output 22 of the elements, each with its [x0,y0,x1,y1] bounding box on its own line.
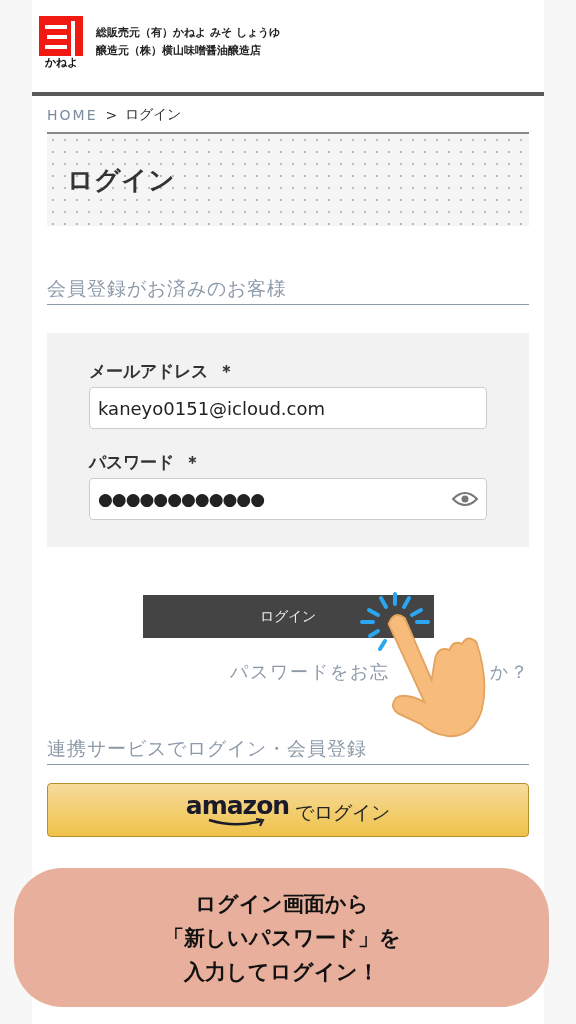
section-heading: 会員登録がお済みのお客様 [47,276,529,305]
login-button[interactable]: ログイン [142,595,434,638]
field-label: パスワード [89,451,174,474]
caption-text: ログイン画面から [194,889,369,918]
company-name: 総販売元（有）かねよ みそ しょうゆ [96,25,280,40]
required-mark: ＊ [218,360,235,383]
eye-icon[interactable] [452,491,478,507]
breadcrumb-current: ログイン [125,106,182,124]
section-heading: 連携サービスでログイン・会員登録 [47,736,529,765]
amazon-logo: amazon [185,793,290,818]
logo-icon [39,16,83,56]
page-title: ログイン [67,163,175,197]
breadcrumb-separator: > [105,107,118,123]
email-field[interactable]: kaneyo0151@icloud.com [89,387,487,429]
caption-text: 入力してログイン！ [184,957,379,986]
field-label: メールアドレス [89,360,208,383]
password-field[interactable]: ●●●●●●●●●●●● [89,478,487,520]
caption-text: 「新しいパスワード」を [162,923,401,952]
amazon-login-button[interactable]: amazon でログイン [47,783,529,837]
company-name: 醸造元（株）横山味噌醤油醸造店 [96,43,262,58]
logo-text: かねよ [44,57,78,68]
required-mark: ＊ [184,451,201,474]
